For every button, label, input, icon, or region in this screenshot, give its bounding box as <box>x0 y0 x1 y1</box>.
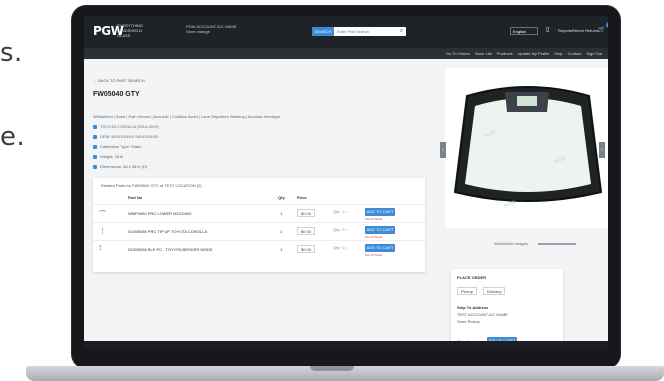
col-price: Price <box>297 195 307 200</box>
delivery-option[interactable]: Delivery <box>483 287 506 295</box>
row-qty: 1 <box>280 247 283 252</box>
slide-text-top: s. <box>0 38 23 68</box>
nav-item-stores[interactable]: Store List <box>475 51 492 56</box>
search-icon[interactable]: ⌕ <box>397 27 406 36</box>
row-qty: 1 <box>280 211 283 216</box>
place-order-title: PLACE ORDER <box>457 275 487 280</box>
stock-status: Out Of Stock <box>365 217 383 221</box>
reports-link[interactable]: Reports <box>558 28 572 33</box>
clip-icon: ⋮ <box>99 228 106 235</box>
attr-vehicle: TOYOTA COROLLA (2014-2019) <box>93 124 159 129</box>
ship-to-account: TEST ACCOUNT A/C NAME <box>457 312 508 317</box>
cart-count-badge: 2 <box>606 22 608 28</box>
weight-icon <box>93 154 97 159</box>
col-qty: Qty <box>278 195 285 200</box>
account-sub: Store change <box>186 29 210 34</box>
quantity-stepper[interactable]: Qty ‹ 1 › <box>333 245 347 250</box>
related-parts-card: Related Parts for FW05040 GTY at TEST LO… <box>93 178 425 272</box>
table-row: ⌒ WMP4980 PRC LOWER MOLDING 1 $0.00 Qty … <box>93 204 425 223</box>
quantity-stepper[interactable]: Qty ‹ 1 › <box>333 227 347 232</box>
ruler-icon <box>93 164 97 169</box>
account-selector[interactable]: PGW ACCOUNT A/C NAME Store change <box>186 24 236 34</box>
row-price: $0.00 <box>297 227 315 235</box>
nav-item-contact[interactable]: Contact <box>568 51 582 56</box>
gallery-next-button[interactable]: › <box>599 142 605 158</box>
ship-to-label: Ship To Address <box>457 305 489 310</box>
spec-line: Windshield | Solar | Rain Sensor | Acous… <box>93 114 281 119</box>
attr-calibration-text: Calibration Type: Static <box>100 144 142 149</box>
returns-link[interactable]: Return Returns <box>572 28 599 33</box>
zoom-slider[interactable] <box>538 243 576 245</box>
language-select[interactable]: English <box>510 27 538 35</box>
windshield-image[interactable]: PGW PGW PGW <box>445 68 608 228</box>
attr-dimensions: Dimensions: 58 x 38 in (H) <box>93 164 147 169</box>
cart-icon[interactable]: 🛒 <box>598 26 605 33</box>
nav-item-products[interactable]: Products <box>497 51 513 56</box>
place-order-card: PLACE ORDER Pickup Delivery Ship To Addr… <box>451 269 563 349</box>
nav-item-orders[interactable]: Go To Orders <box>446 51 470 56</box>
col-part: Part No <box>128 195 143 200</box>
product-image-gallery: PGW PGW PGW <box>445 68 608 228</box>
site-header: PGW EVERYTHING WINDSHIELD GLASS PGW ACCO… <box>84 16 608 48</box>
logo-tagline: EVERYTHING WINDSHIELD GLASS <box>117 23 143 38</box>
thumbs-caption: Windshield Images <box>494 241 528 246</box>
table-row: ⟟ DOW5056 BLK PC - TOYOTA BROKER MODE 1 … <box>93 240 425 259</box>
screen-footer <box>84 341 608 349</box>
row-price: $0.00 <box>297 245 315 253</box>
related-parts-title: Related Parts for FW05040 GTY at TEST LO… <box>101 183 202 188</box>
row-price: $0.00 <box>297 209 315 217</box>
attr-oem-text: OEM: 5610102H10 5610102H20 <box>100 134 159 139</box>
ship-to-method: Store Pickup <box>457 319 480 324</box>
pickup-option[interactable]: Pickup <box>457 287 478 295</box>
attr-oem: OEM: 5610102H10 5610102H20 <box>93 134 158 139</box>
attr-calibration: Calibration Type: Static <box>93 144 141 149</box>
tag-icon <box>93 134 97 139</box>
page-title: FW05040 GTY <box>93 91 140 98</box>
part-name[interactable]: WMP4980 PRC LOWER MOLDING <box>128 211 192 216</box>
gallery-prev-button[interactable]: ‹ <box>440 142 446 158</box>
attr-weight-text: Weight: 28 lb <box>100 154 124 159</box>
search-category-button[interactable]: SEARCH <box>312 27 334 36</box>
laptop-notch <box>310 366 354 371</box>
top-nav: Go To Orders Store List Products Update … <box>84 48 608 59</box>
back-link[interactable]: ← BACK TO PART SEARCH <box>93 78 145 83</box>
car-icon <box>93 124 97 129</box>
slide-text-middle: e. <box>0 122 26 152</box>
laptop-screen: PGW EVERYTHING WINDSHIELD GLASS PGW ACCO… <box>84 16 608 349</box>
part-name[interactable]: DOW5056 PRC TIP UP TOYOTA COROLLA <box>128 229 207 234</box>
attr-dimensions-text: Dimensions: 58 x 38 in (H) <box>100 164 148 169</box>
attr-weight: Weight: 28 lb <box>93 154 123 159</box>
row-qty: 1 <box>280 229 283 234</box>
search-bar: SEARCH ⌕ <box>312 27 406 36</box>
nav-item-signout[interactable]: Sign Out <box>586 51 602 56</box>
adhesive-icon: ⟟ <box>99 245 102 252</box>
quantity-stepper[interactable]: Qty ‹ 1 › <box>333 209 347 214</box>
nav-item-help[interactable]: Help <box>554 51 562 56</box>
add-to-cart-button[interactable]: ADD TO CART <box>365 226 395 234</box>
molding-icon: ⌒ <box>99 211 106 218</box>
add-to-cart-button[interactable]: ADD TO CART <box>365 244 395 252</box>
add-to-cart-button[interactable]: ADD TO CART <box>365 208 395 216</box>
search-input[interactable] <box>334 27 397 36</box>
stock-status: Out Of Stock <box>365 253 383 257</box>
calibration-icon <box>93 144 97 149</box>
part-name[interactable]: DOW5056 BLK PC - TOYOTA BROKER MODE <box>128 247 212 252</box>
nav-item-profile[interactable]: Update My Profile <box>518 51 550 56</box>
attr-vehicle-text: TOYOTA COROLLA (2014-2019) <box>100 124 159 129</box>
table-row: ⋮ DOW5056 PRC TIP UP TOYOTA COROLLA 1 $0… <box>93 222 425 241</box>
stock-status: Out Of Stock <box>365 235 383 239</box>
bell-icon[interactable]: ▯ <box>546 26 549 33</box>
